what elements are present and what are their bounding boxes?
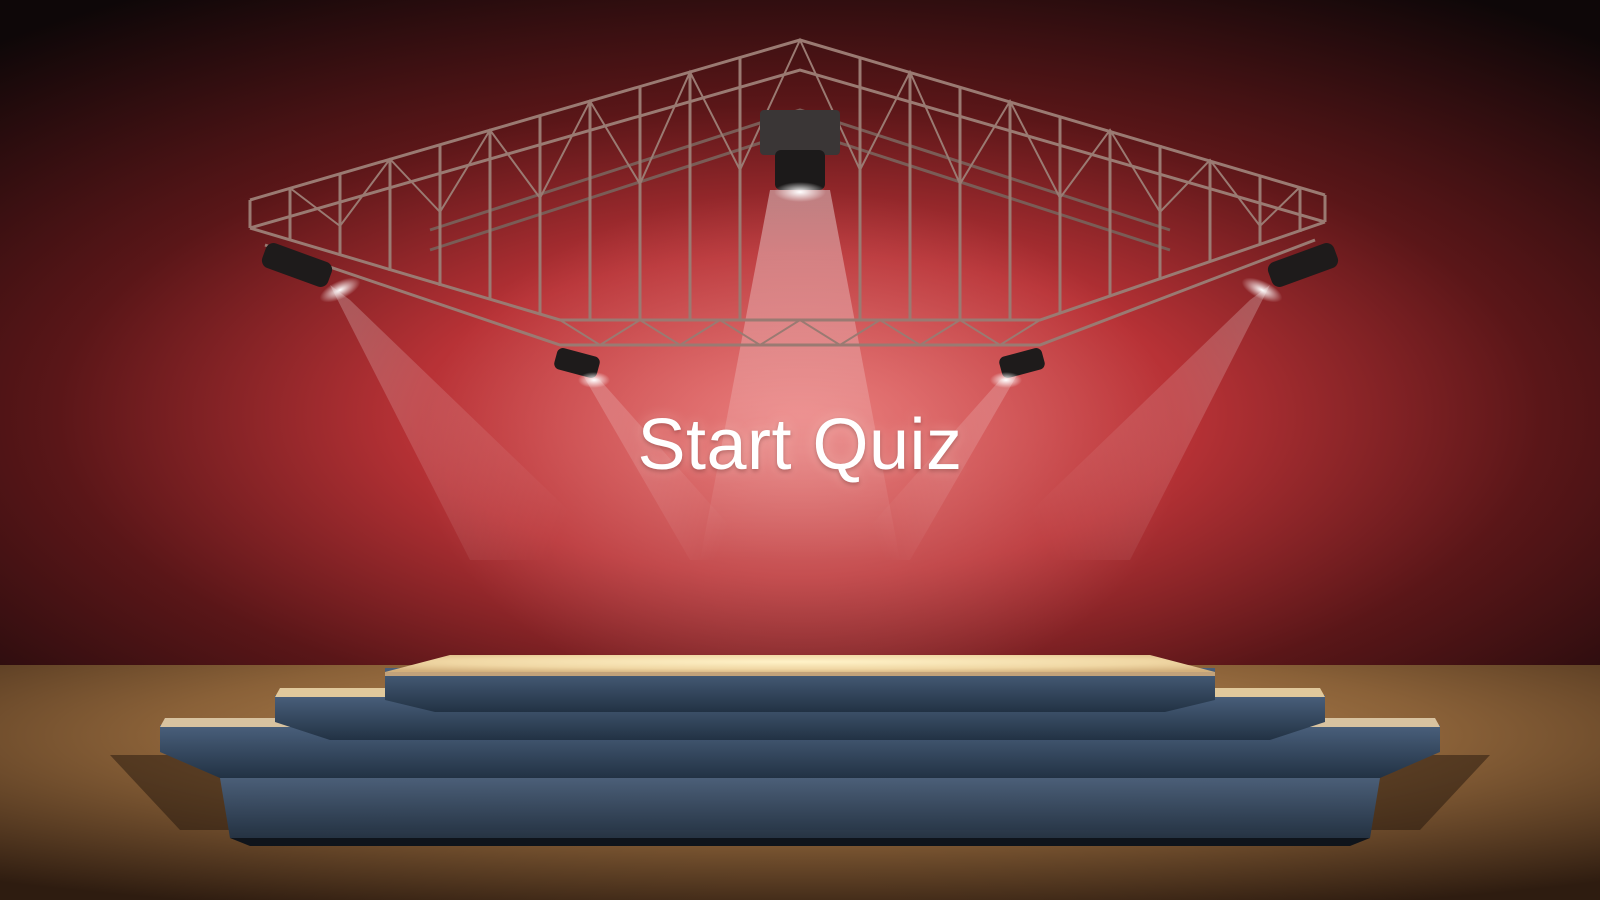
start-quiz-button[interactable]: Start Quiz <box>580 395 1020 495</box>
game-title-screen: Start Quiz <box>0 0 1600 900</box>
